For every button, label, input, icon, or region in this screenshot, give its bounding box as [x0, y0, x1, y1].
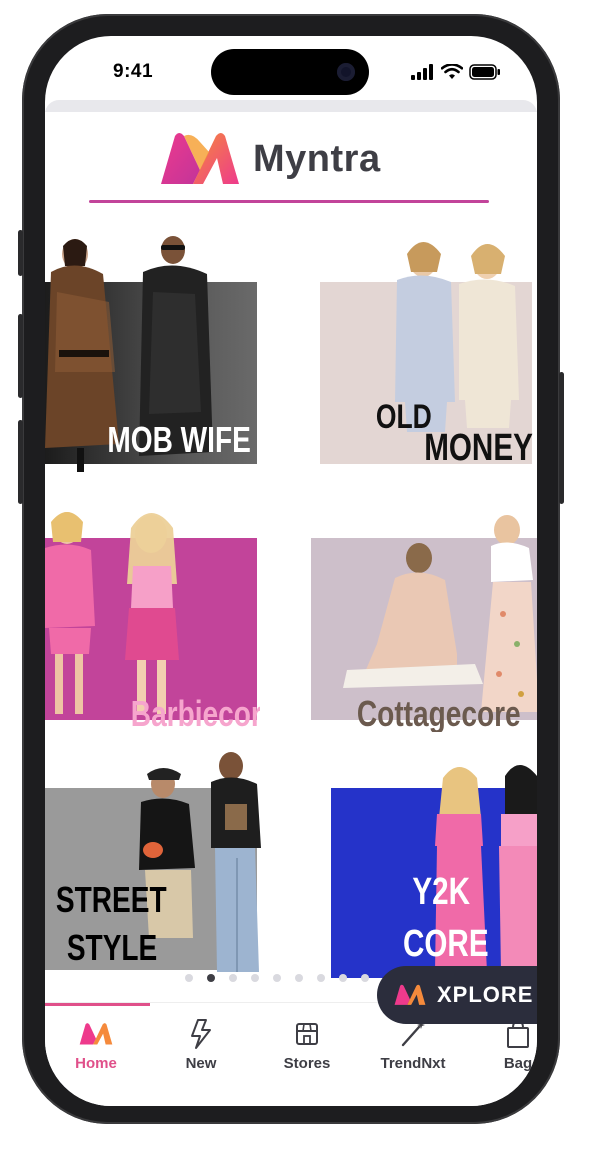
status-icons	[411, 64, 501, 80]
myntra-logo-icon	[161, 133, 239, 184]
tile-label-barbiecore: Barbiecore	[131, 694, 260, 732]
carousel-dot[interactable]	[229, 974, 237, 982]
trend-tile-old-money[interactable]: OLD MONEY	[315, 232, 537, 474]
phone-screen: 9:41 Myntra MOB WIFE OLD MONEY Barbieco …	[45, 36, 537, 1106]
tab-stores-label: Stores	[283, 1055, 331, 1072]
camera-icon	[337, 63, 355, 81]
battery-icon	[469, 64, 500, 80]
trend-tile-street-style[interactable]: STREET STYLE	[45, 748, 285, 978]
tab-bag[interactable]: Bag	[473, 1017, 537, 1072]
carousel-dot[interactable]	[251, 974, 259, 982]
carousel-dots	[185, 974, 369, 982]
wifi-icon	[441, 64, 463, 79]
carousel-dot[interactable]	[295, 974, 303, 982]
tab-trendnxt[interactable]: TrendNxt	[368, 1017, 458, 1072]
trend-tile-y2k-core[interactable]: Y2K CORE	[325, 748, 537, 978]
store-icon	[296, 1023, 318, 1045]
volume-down-button	[18, 420, 23, 504]
tile-label-mob-wife: MOB WIFE	[107, 420, 250, 460]
trend-tile-barbiecore[interactable]: Barbiecore	[45, 504, 260, 732]
carousel-dot[interactable]	[317, 974, 325, 982]
tile-label-line1: STREET	[56, 880, 167, 920]
tile-label-line1: Y2K	[412, 871, 470, 913]
trend-tile-cottagecore[interactable]: Cottagecore	[307, 504, 537, 732]
tab-new[interactable]: New	[156, 1017, 246, 1072]
myntra-logo-icon	[79, 1023, 113, 1045]
status-time: 9:41	[113, 61, 154, 82]
lightning-icon	[191, 1019, 211, 1049]
dynamic-island	[211, 49, 369, 95]
tile-label-line2: CORE	[403, 923, 489, 965]
carousel-dot[interactable]	[339, 974, 347, 982]
tile-label-line2: STYLE	[67, 928, 157, 968]
brand-logo[interactable]: Myntra	[157, 130, 381, 188]
volume-up-button	[18, 314, 23, 398]
carousel-dot[interactable]	[185, 974, 193, 982]
tab-home[interactable]: Home	[51, 1017, 141, 1072]
model-figures: Cottagecore	[343, 515, 537, 732]
model-figures: MOB WIFE	[45, 236, 251, 472]
tab-new-label: New	[185, 1055, 217, 1072]
model-figures: Barbiecore	[45, 512, 260, 732]
carousel-dot[interactable]	[361, 974, 369, 982]
model-figures: Y2K CORE	[403, 765, 537, 972]
tile-label-cottagecore: Cottagecore	[357, 694, 521, 732]
tab-stores[interactable]: Stores	[262, 1017, 352, 1072]
tab-bag-label: Bag	[503, 1055, 533, 1072]
action-button	[18, 230, 23, 276]
power-button	[559, 372, 564, 504]
carousel-dot[interactable]	[273, 974, 281, 982]
brand-name: Myntra	[253, 137, 381, 180]
model-figures: OLD MONEY	[376, 242, 533, 469]
active-tab-indicator	[45, 1003, 150, 1006]
header-divider	[89, 200, 489, 203]
xplore-button[interactable]: XPLORE	[377, 966, 537, 1024]
app-header: Myntra	[45, 112, 537, 212]
tab-trendnxt-label: TrendNxt	[380, 1055, 446, 1072]
xplore-label: XPLORE	[437, 982, 534, 1007]
tile-label-line2: MONEY	[424, 427, 533, 469]
tab-home-label: Home	[75, 1055, 117, 1072]
myntra-logo-icon	[394, 984, 426, 1005]
trend-tile-mob-wife[interactable]: MOB WIFE	[45, 232, 260, 474]
signal-icon	[411, 64, 433, 80]
carousel-dot-active[interactable]	[207, 974, 215, 982]
model-figures: STREET STYLE	[56, 752, 261, 972]
